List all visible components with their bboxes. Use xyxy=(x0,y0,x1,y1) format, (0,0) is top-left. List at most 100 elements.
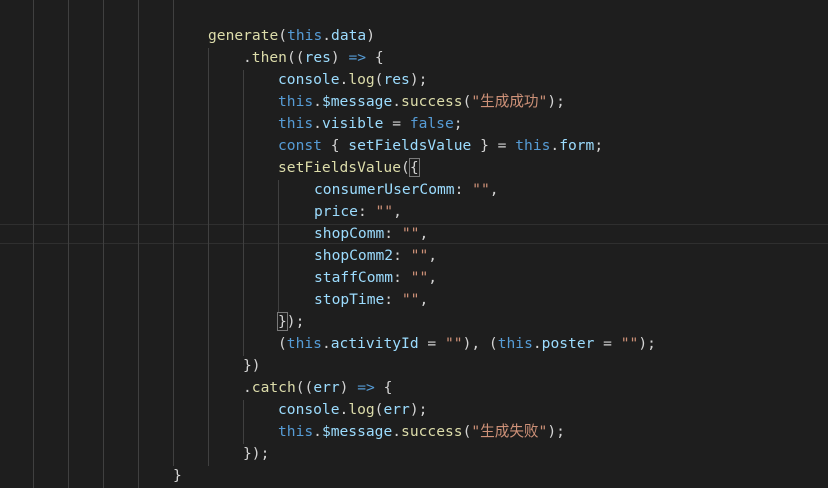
code-line[interactable]: this.visible = false; xyxy=(278,113,463,135)
code-token: console xyxy=(278,401,340,418)
code-token: $message xyxy=(321,423,393,440)
code-line[interactable]: }) xyxy=(243,355,261,377)
indent-guide xyxy=(68,0,69,488)
code-token: err xyxy=(313,379,340,396)
code-token: setFieldsValue xyxy=(348,137,472,154)
indent-guide xyxy=(208,48,209,466)
code-token: => xyxy=(357,379,375,396)
code-token: ) xyxy=(339,379,358,396)
code-token: stopTime xyxy=(314,291,385,308)
code-editor[interactable]: generate(this.data) .then((res) => {conso… xyxy=(0,0,828,488)
code-token: , xyxy=(428,269,438,286)
code-token: activityId xyxy=(330,335,419,352)
code-line[interactable]: (this.activityId = ""), (this.poster = "… xyxy=(278,333,656,355)
code-token: ); xyxy=(547,423,565,440)
code-token: "" xyxy=(444,335,463,352)
code-line[interactable]: consumerUserComm: "", xyxy=(314,179,499,201)
code-token: : xyxy=(384,225,402,242)
code-line[interactable]: }); xyxy=(277,311,304,333)
code-line[interactable]: .catch((err) => { xyxy=(243,377,392,399)
code-line[interactable]: this.$message.success("生成失败"); xyxy=(278,421,565,443)
code-token: , xyxy=(419,225,429,242)
code-token: const xyxy=(278,137,322,154)
code-token: : xyxy=(393,269,411,286)
code-token: form xyxy=(559,137,595,154)
code-token: "" xyxy=(410,247,429,264)
code-token: log xyxy=(348,401,375,418)
code-token: ; xyxy=(594,137,604,154)
code-line[interactable]: generate(this.data) xyxy=(208,25,375,47)
code-token: ); xyxy=(638,335,656,352)
code-token: { xyxy=(366,49,384,66)
code-token: , xyxy=(393,203,402,220)
code-token: { xyxy=(374,379,393,396)
code-line[interactable]: console.log(res); xyxy=(278,69,427,91)
code-line[interactable]: shopComm: "", xyxy=(314,223,428,245)
code-token: = xyxy=(418,335,445,352)
code-token: ; xyxy=(453,115,463,132)
code-token: price xyxy=(314,203,358,220)
code-token: : xyxy=(454,181,473,198)
code-token: "" xyxy=(410,269,429,286)
code-line[interactable]: price: "", xyxy=(314,201,402,223)
code-line[interactable]: }); xyxy=(243,443,269,465)
code-line[interactable]: } xyxy=(173,465,182,487)
code-token: catch xyxy=(251,379,296,396)
code-token: visible xyxy=(321,115,384,132)
code-token: (( xyxy=(286,49,305,66)
code-token: "" xyxy=(401,225,420,242)
code-line[interactable]: const { setFieldsValue } = this.form; xyxy=(278,135,603,157)
indent-guide xyxy=(243,70,244,356)
code-token: ); xyxy=(409,71,428,88)
code-token: ( xyxy=(278,335,287,352)
code-token: success xyxy=(401,93,463,110)
code-line[interactable]: this.$message.success("生成成功"); xyxy=(278,91,565,113)
code-line[interactable]: staffComm: "", xyxy=(314,267,437,289)
code-token: then xyxy=(251,49,287,66)
code-token: shopComm2 xyxy=(314,247,394,264)
code-line[interactable]: setFieldsValue({ xyxy=(278,157,420,179)
code-token: "" xyxy=(401,291,420,308)
code-token: }); xyxy=(243,445,270,462)
code-token: "生成成功" xyxy=(471,93,548,110)
code-token: . xyxy=(550,137,560,154)
code-token: "" xyxy=(375,203,394,220)
code-token: ), ( xyxy=(462,335,498,352)
code-line[interactable]: .then((res) => { xyxy=(243,47,384,69)
code-token: : xyxy=(384,291,402,308)
code-token: } = xyxy=(471,137,516,154)
code-token: ); xyxy=(409,401,428,418)
code-token: . xyxy=(322,27,332,44)
indent-guide xyxy=(173,0,174,466)
code-token: . xyxy=(532,335,542,352)
code-token: poster xyxy=(541,335,595,352)
code-token: . xyxy=(243,379,252,396)
code-token: log xyxy=(348,71,375,88)
code-token: (( xyxy=(295,379,314,396)
code-line[interactable]: shopComm2: "", xyxy=(314,245,437,267)
indent-guide xyxy=(103,0,104,488)
code-token: ( xyxy=(278,27,288,44)
code-token: $message xyxy=(321,93,393,110)
code-line[interactable]: stopTime: "", xyxy=(314,289,428,311)
code-token: this xyxy=(278,115,314,132)
code-token: => xyxy=(348,49,367,66)
code-token: "" xyxy=(472,181,490,198)
code-token: , xyxy=(419,291,429,308)
code-token: staffComm xyxy=(314,269,394,286)
code-token: = xyxy=(594,335,621,352)
code-token: consumerUserComm xyxy=(314,181,455,198)
code-token: shopComm xyxy=(314,225,385,242)
code-token: . xyxy=(392,93,402,110)
code-token: : xyxy=(357,203,376,220)
code-token: this xyxy=(286,335,322,352)
code-token: . xyxy=(313,423,322,440)
code-token: "生成失败" xyxy=(471,423,548,440)
code-token: }) xyxy=(243,357,261,374)
code-token: = xyxy=(383,115,410,132)
code-token: } xyxy=(277,312,288,331)
indent-guide xyxy=(243,400,244,444)
code-token: this xyxy=(278,93,314,110)
code-line[interactable]: console.log(err); xyxy=(278,399,427,421)
code-token: this xyxy=(515,137,551,154)
